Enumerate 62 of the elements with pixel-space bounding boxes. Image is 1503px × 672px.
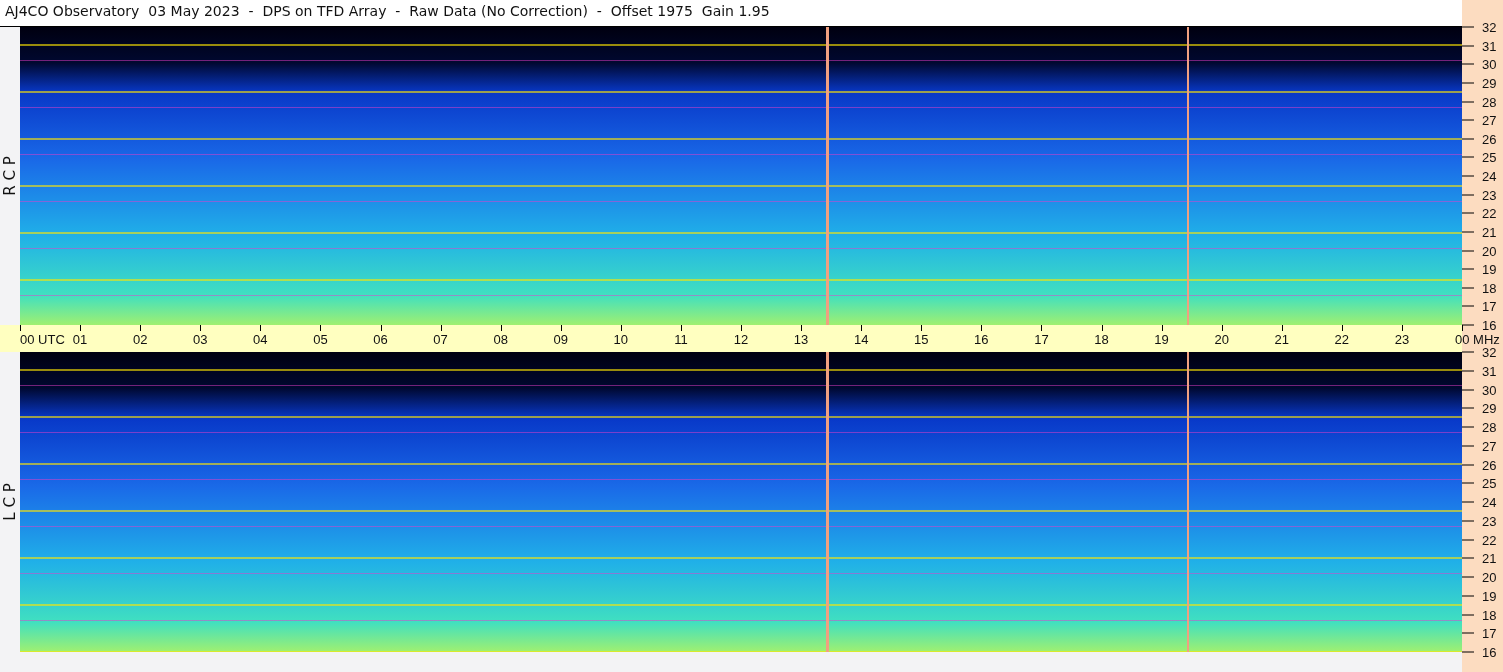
time-tick-label: 11 — [674, 333, 688, 346]
frequency-tick-label: 19 — [1462, 262, 1497, 276]
frequency-tick-label: 25 — [1462, 476, 1497, 490]
time-tick-label: 17 — [1034, 333, 1049, 346]
frequency-tick-label: 23 — [1462, 188, 1497, 202]
time-tick-label: 14 — [853, 333, 869, 346]
time-tick-label: 09 — [553, 333, 568, 346]
frequency-tick-label: 25 — [1462, 150, 1497, 164]
time-tick-label: 16 — [974, 333, 989, 346]
frequency-tick-label: 16 — [1462, 645, 1497, 659]
frequency-tick-label: 26 — [1462, 132, 1497, 146]
time-tick-label: 03 — [193, 333, 208, 346]
time-tick-label: 07 — [433, 333, 448, 346]
polarization-label: L C P — [1, 483, 19, 521]
frequency-tick-label: 31 — [1462, 364, 1497, 378]
frequency-tick-label: 27 — [1462, 113, 1497, 127]
frequency-tick-label: 20 — [1462, 570, 1497, 584]
frequency-tick-label: 31 — [1462, 39, 1497, 53]
time-tick-label: 06 — [373, 333, 388, 346]
time-tick-label: 18 — [1094, 333, 1109, 346]
time-tick-label: 22 — [1334, 333, 1350, 346]
frequency-tick-label: 29 — [1462, 76, 1497, 90]
chart-title: AJ4CO Observatory 03 May 2023 - DPS on TFD Array - Raw Data (No Correction) - Offset 1975 Gain 1.95 — [0, 0, 1462, 27]
time-tick-label: 00 UTC — [20, 333, 65, 346]
frequency-tick-label: 16 — [1462, 318, 1497, 332]
frequency-tick-label: 23 — [1462, 514, 1497, 528]
time-tick-label: 20 — [1214, 333, 1229, 346]
frequency-tick-label: 27 — [1462, 439, 1497, 453]
frequency-tick-label: 21 — [1462, 225, 1497, 239]
time-tick-label: 05 — [313, 333, 328, 346]
polarization-label: R C P — [1, 156, 19, 196]
frequency-tick-label: 24 — [1462, 495, 1497, 509]
frequency-tick-label: 19 — [1462, 589, 1497, 603]
frequency-tick-label: 26 — [1462, 458, 1497, 471]
time-tick-label: 12 — [733, 333, 749, 346]
frequency-tick-label: 20 — [1462, 244, 1497, 257]
frequency-tick-label: 17 — [1462, 626, 1497, 640]
frequency-tick-label: 18 — [1462, 608, 1497, 621]
frequency-tick-label: 18 — [1462, 281, 1497, 295]
time-tick-label: 00 MHz — [1455, 333, 1500, 346]
frequency-tick-label: 28 — [1462, 420, 1497, 434]
frequency-tick-label: 22 — [1462, 533, 1497, 546]
time-tick-label: 10 — [613, 333, 629, 346]
time-tick-label: 19 — [1154, 333, 1169, 346]
frequency-tick-label: 17 — [1462, 299, 1497, 313]
frequency-tick-label: 29 — [1462, 401, 1497, 415]
time-tick-label: 01 — [72, 333, 88, 346]
time-tick-label: 02 — [132, 333, 148, 346]
frequency-tick-label: 30 — [1462, 57, 1497, 71]
time-tick-label: 23 — [1394, 333, 1410, 346]
time-tick-label: 08 — [493, 333, 508, 346]
frequency-tick-label: 32 — [1462, 20, 1497, 34]
time-tick-label: 21 — [1274, 333, 1289, 346]
frequency-tick-label: 21 — [1462, 551, 1497, 565]
time-tick-label: 04 — [253, 333, 268, 346]
frequency-tick-label: 28 — [1462, 95, 1497, 108]
time-tick-label: 13 — [793, 333, 809, 346]
frequency-tick-label: 30 — [1462, 383, 1497, 396]
frequency-tick-label: 22 — [1462, 206, 1497, 220]
frequency-tick-label: 32 — [1462, 345, 1497, 359]
frequency-tick-label: 24 — [1462, 169, 1497, 183]
time-tick-label: 15 — [914, 333, 929, 346]
